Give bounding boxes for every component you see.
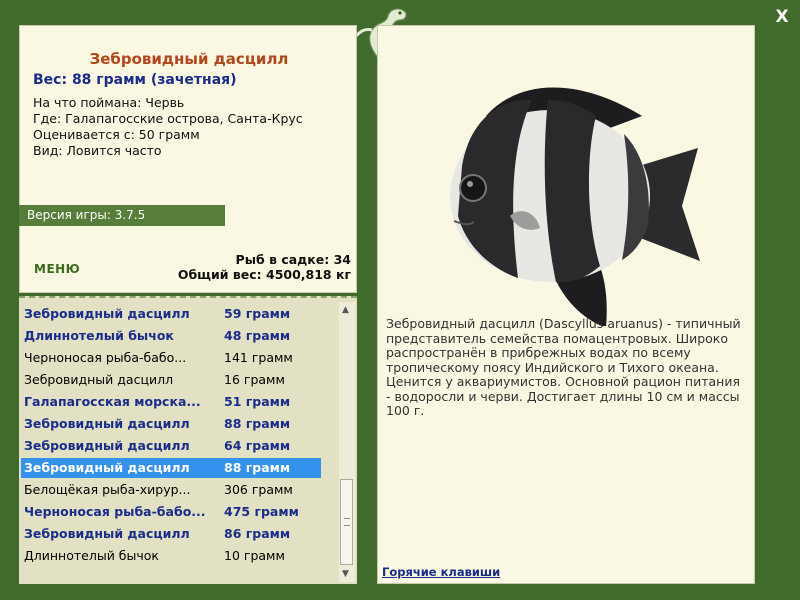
frequency-info: Вид: Ловится часто [33,143,162,158]
list-item-weight: 88 грамм [224,416,291,431]
rated-from-info: Оценивается с: 50 грамм [33,127,200,142]
list-item[interactable]: Зебровидный дасцилл 88 грамм [21,458,321,478]
list-item-weight: 475 грамм [224,504,299,519]
fish-image [450,87,700,326]
list-item[interactable]: Зебровидный дасцилл 16 грамм [21,370,321,390]
bait-info: На что поймана: Червь [33,95,185,110]
list-item[interactable]: Длиннотелый бычок 10 грамм [21,546,321,566]
list-item-weight: 141 грамм [224,350,293,365]
list-item[interactable]: Черноносая рыба-бабо... 141 грамм [21,348,321,368]
list-item-name: Длиннотелый бычок [24,548,159,563]
app-window: X Зебровидный дасцилл Вес: 88 грамм (зач… [0,0,800,600]
list-item-name: Зебровидный дасцилл [24,306,190,321]
fish-title: Зебровидный дасцилл [89,50,289,68]
close-icon[interactable]: X [775,7,788,27]
list-item-weight: 51 грамм [224,394,291,409]
scroll-down-arrow-icon[interactable]: ▼ [342,569,349,579]
list-item-weight: 64 грамм [224,438,291,453]
list-item-name: Зебровидный дасцилл [24,416,190,431]
close-button[interactable]: X [771,6,793,28]
fish-description: Зебровидный дасцилл (Dascyllus aruanus) … [386,316,741,418]
list-item[interactable]: Зебровидный дасцилл 86 грамм [21,524,321,544]
scrollbar-thumb[interactable] [340,479,353,565]
list-item-weight: 59 грамм [224,306,291,321]
list-item[interactable]: Длиннотелый бычок 48 грамм [21,326,321,346]
list-item-name: Длиннотелый бычок [24,328,174,343]
hotkeys-link[interactable]: Горячие клавиши [382,565,500,579]
location-info: Где: Галапагосские острова, Санта-Крус [33,111,303,126]
total-weight: Общий вес: 4500,818 кг [177,267,351,282]
list-item-weight: 48 грамм [224,328,291,343]
fish-weight: Вес: 88 грамм (зачетная) [33,72,237,88]
catch-list[interactable]: Зебровидный дасцилл 59 грамм Длиннотелый б… [19,296,357,584]
version-label: Версия игры: 3.7.5 [19,205,225,226]
grip-icon [344,518,350,526]
list-item-name: Галапагосская морска... [24,394,201,409]
list-item[interactable]: Галапагосская морска... 51 грамм [21,392,321,412]
fish-info-panel: Зебровидный дасцилл Вес: 88 грамм (зачет… [19,25,357,293]
list-item[interactable]: Зебровидный дасцилл 64 грамм [21,436,321,456]
fish-detail-panel: Зебровидный дасцилл (Dascyllus aruanus) … [377,25,755,584]
list-item-name: Зебровидный дасцилл [24,526,190,541]
list-item[interactable]: Черноносая рыба-бабо... 475 грамм [21,502,321,522]
list-item-weight: 88 грамм [224,460,291,475]
list-item-name: Зебровидный дасцилл [24,372,174,387]
scroll-up-arrow-icon[interactable]: ▲ [342,305,349,315]
fish-count: Рыб в садке: 34 [235,252,351,267]
list-item-name: Черноносая рыба-бабо... [24,350,187,365]
list-item-name: Белощёкая рыба-хирур... [24,482,191,497]
catch-stats: Рыб в садке: 34 Общий вес: 4500,818 кг [178,252,351,282]
list-item-weight: 10 грамм [224,548,285,563]
list-item-weight: 86 грамм [224,526,291,541]
list-item[interactable]: Зебровидный дасцилл 59 грамм [21,304,321,324]
list-item-name: Зебровидный дасцилл [24,460,190,475]
list-item-name: Черноносая рыба-бабо... [24,504,206,519]
list-item-weight: 16 грамм [224,372,285,387]
menu-button[interactable]: МЕНЮ [34,262,80,276]
list-item-name: Зебровидный дасцилл [24,438,190,453]
scrollbar[interactable]: ▲ ▼ [339,302,355,582]
list-item[interactable]: Белощёкая рыба-хирур... 306 грамм [21,480,321,500]
list-item[interactable]: Зебровидный дасцилл 88 грамм [21,414,321,434]
list-item-weight: 306 грамм [224,482,293,497]
